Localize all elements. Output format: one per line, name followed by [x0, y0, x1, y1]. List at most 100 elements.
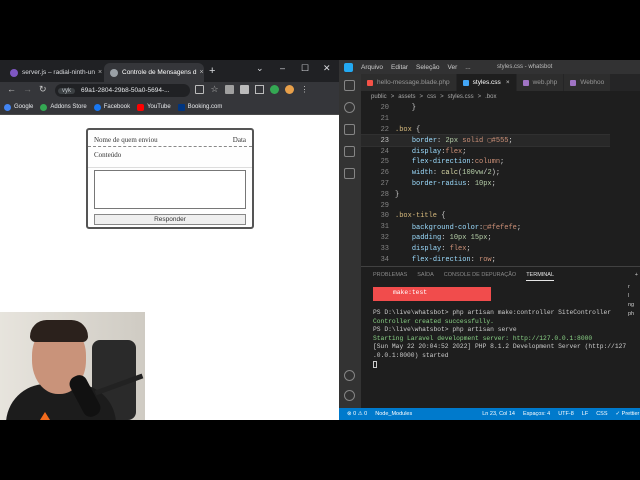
explorer-icon[interactable] [344, 80, 355, 91]
bookmark-booking[interactable]: Booking.com [177, 103, 223, 111]
php-file-icon [522, 79, 529, 86]
browser-toolbar: ← → ↻ vyk 69a1-2804-29b8-50a0-5694-... ☆… [0, 82, 339, 100]
code-line[interactable]: 24 display:flex; [361, 146, 640, 157]
tab-hello-message-blade[interactable]: hello-message.blade.php [361, 74, 457, 91]
puzzle-icon[interactable] [240, 85, 249, 94]
terminal-output[interactable]: make:test PS D:\live\whatsbot> php artis… [373, 287, 635, 369]
bookmark-addons-store[interactable]: Addons Store [40, 103, 87, 111]
tab-label: web.php [532, 79, 558, 86]
code-line[interactable]: 25 flex-direction:column; [361, 157, 640, 168]
maximize-button[interactable]: ☐ [301, 63, 309, 74]
breadcrumb-item[interactable]: styles.css [448, 94, 474, 100]
breadcrumb-item[interactable]: assets [398, 94, 415, 100]
menu-more[interactable]: ... [465, 64, 470, 71]
glitch-favicon-icon [10, 68, 18, 77]
terminal-instance[interactable]: l [628, 292, 640, 301]
code-line[interactable]: 23 border: 2px solid ▢#555; [361, 134, 640, 148]
encoding[interactable]: UTF-8 [558, 411, 574, 417]
minimize-button[interactable]: – [280, 63, 285, 73]
profile-avatar[interactable] [285, 85, 294, 94]
breadcrumb-item[interactable]: public [371, 94, 387, 100]
reply-button[interactable]: Responder [94, 214, 246, 225]
terminal-line: [Sun May 22 20:04:52 2022] PHP 8.1.2 Dev… [373, 343, 627, 351]
bookmark-label: Booking.com [187, 104, 223, 110]
panel-tab-problemas[interactable]: PROBLEMAS [373, 272, 407, 281]
line-ending[interactable]: LF [582, 411, 588, 417]
indentation[interactable]: Espaços: 4 [523, 411, 550, 417]
reply-textarea[interactable] [94, 170, 246, 209]
panel-tab-console[interactable]: CONSOLE DE DEPURAÇÃO [444, 272, 516, 281]
breadcrumb-item[interactable]: css [427, 94, 436, 100]
code-line[interactable]: 21 [361, 114, 640, 125]
menu-kebab-icon[interactable]: ⋮ [300, 85, 309, 94]
settings-gear-icon[interactable] [344, 390, 355, 401]
panel-tab-terminal[interactable]: TERMINAL [526, 272, 554, 281]
code-line[interactable]: 26 width: calc(100vw/2); [361, 168, 640, 179]
terminal-line: PS D:\live\whatsbot> php artisan serve [373, 326, 517, 334]
tab-webhoo[interactable]: Webhoo [564, 74, 612, 91]
forward-button[interactable]: → [23, 84, 32, 94]
editor-tabs: hello-message.blade.php styles.css × web.… [361, 74, 640, 91]
security-chip[interactable]: vyk [58, 87, 75, 94]
code-editor[interactable]: 20 } 21 22 .box {23 border: 2px solid ▢#555… [361, 103, 640, 266]
bookmark-star-icon[interactable]: ☆ [210, 85, 219, 94]
extension-icon[interactable] [225, 85, 234, 94]
account-icon[interactable] [344, 370, 355, 381]
language-mode[interactable]: CSS [596, 411, 607, 417]
back-button[interactable]: ← [7, 84, 16, 94]
new-tab-button[interactable]: + [209, 65, 215, 77]
line-number: 28 [380, 190, 389, 199]
close-tab-icon[interactable]: × [95, 69, 102, 76]
close-window-button[interactable]: ✕ [323, 63, 331, 74]
close-tab-icon[interactable]: × [196, 69, 203, 76]
bookmark-youtube[interactable]: YouTube [137, 103, 171, 111]
menu-selecao[interactable]: Seleção [416, 64, 440, 71]
breadcrumb-item[interactable]: .box [485, 94, 496, 100]
code-line[interactable]: 28} [361, 189, 640, 200]
prettier-status[interactable]: ✓ Prettier [616, 411, 640, 417]
menu-editar[interactable]: Editar [391, 64, 408, 71]
source-control-icon[interactable] [344, 124, 355, 135]
code-line[interactable]: 34 flex-direction: row; [361, 254, 640, 265]
code-line[interactable]: 31 background-color:▢#fefefe; [361, 222, 640, 233]
minimap[interactable] [610, 103, 640, 266]
code-line[interactable]: 20 } [361, 103, 640, 114]
close-tab-icon[interactable]: × [506, 79, 510, 86]
bottom-panel: PROBLEMAS SAÍDA CONSOLE DE DEPURAÇÃO TER… [361, 266, 640, 408]
tab-controle-de-mensagens[interactable]: Controle de Mensagens d × [104, 63, 204, 82]
code-line[interactable]: 22 .box { [361, 125, 640, 136]
code-line[interactable]: 27 border-radius: 10px; [361, 179, 640, 190]
vpn-icon[interactable] [270, 85, 279, 94]
search-icon[interactable] [344, 102, 355, 113]
share-icon[interactable] [195, 85, 204, 94]
line-number: 21 [380, 115, 389, 124]
panel-tab-saida[interactable]: SAÍDA [417, 272, 434, 281]
address-bar[interactable]: vyk 69a1-2804-29b8-50a0-5694-... [55, 84, 190, 97]
terminal-instance[interactable]: ng [628, 301, 640, 310]
extensions-icon[interactable] [344, 168, 355, 179]
problems-count[interactable]: ⊗ 0 ⚠ 0 [347, 411, 367, 417]
new-terminal-button[interactable]: + [635, 272, 638, 281]
code-line[interactable]: 33 display: flex; [361, 243, 640, 254]
code-line[interactable]: 30 .box-title { [361, 211, 640, 222]
reload-button[interactable]: ↻ [39, 84, 47, 95]
tab-web-php[interactable]: web.php [516, 74, 565, 91]
code-line[interactable]: 29 [361, 200, 640, 211]
tab-styles-css[interactable]: styles.css × [456, 74, 517, 91]
sidepanel-icon[interactable] [255, 85, 264, 94]
run-debug-icon[interactable] [344, 146, 355, 157]
terminal-instance[interactable]: ph [628, 310, 640, 319]
status-node-modules[interactable]: Node_Modules [375, 411, 412, 417]
cursor-position[interactable]: Ln 23, Col 14 [482, 411, 515, 417]
bookmark-google[interactable]: Google [4, 103, 33, 111]
terminal-list: r l ng ph [628, 283, 640, 319]
menu-arquivo[interactable]: Arquivo [361, 64, 383, 71]
terminal-instance[interactable]: r [628, 283, 640, 292]
terminal-cursor-line [373, 360, 635, 370]
bookmark-facebook[interactable]: Facebook [93, 103, 130, 111]
menu-ver[interactable]: Ver [448, 64, 458, 71]
tab-server-js[interactable]: server.js – radial-ninth-un × [4, 63, 102, 82]
code-text: .box { [395, 125, 421, 134]
tab-search-icon[interactable]: ⌄ [256, 63, 264, 74]
code-line[interactable]: 32 padding: 10px 15px; [361, 233, 640, 244]
